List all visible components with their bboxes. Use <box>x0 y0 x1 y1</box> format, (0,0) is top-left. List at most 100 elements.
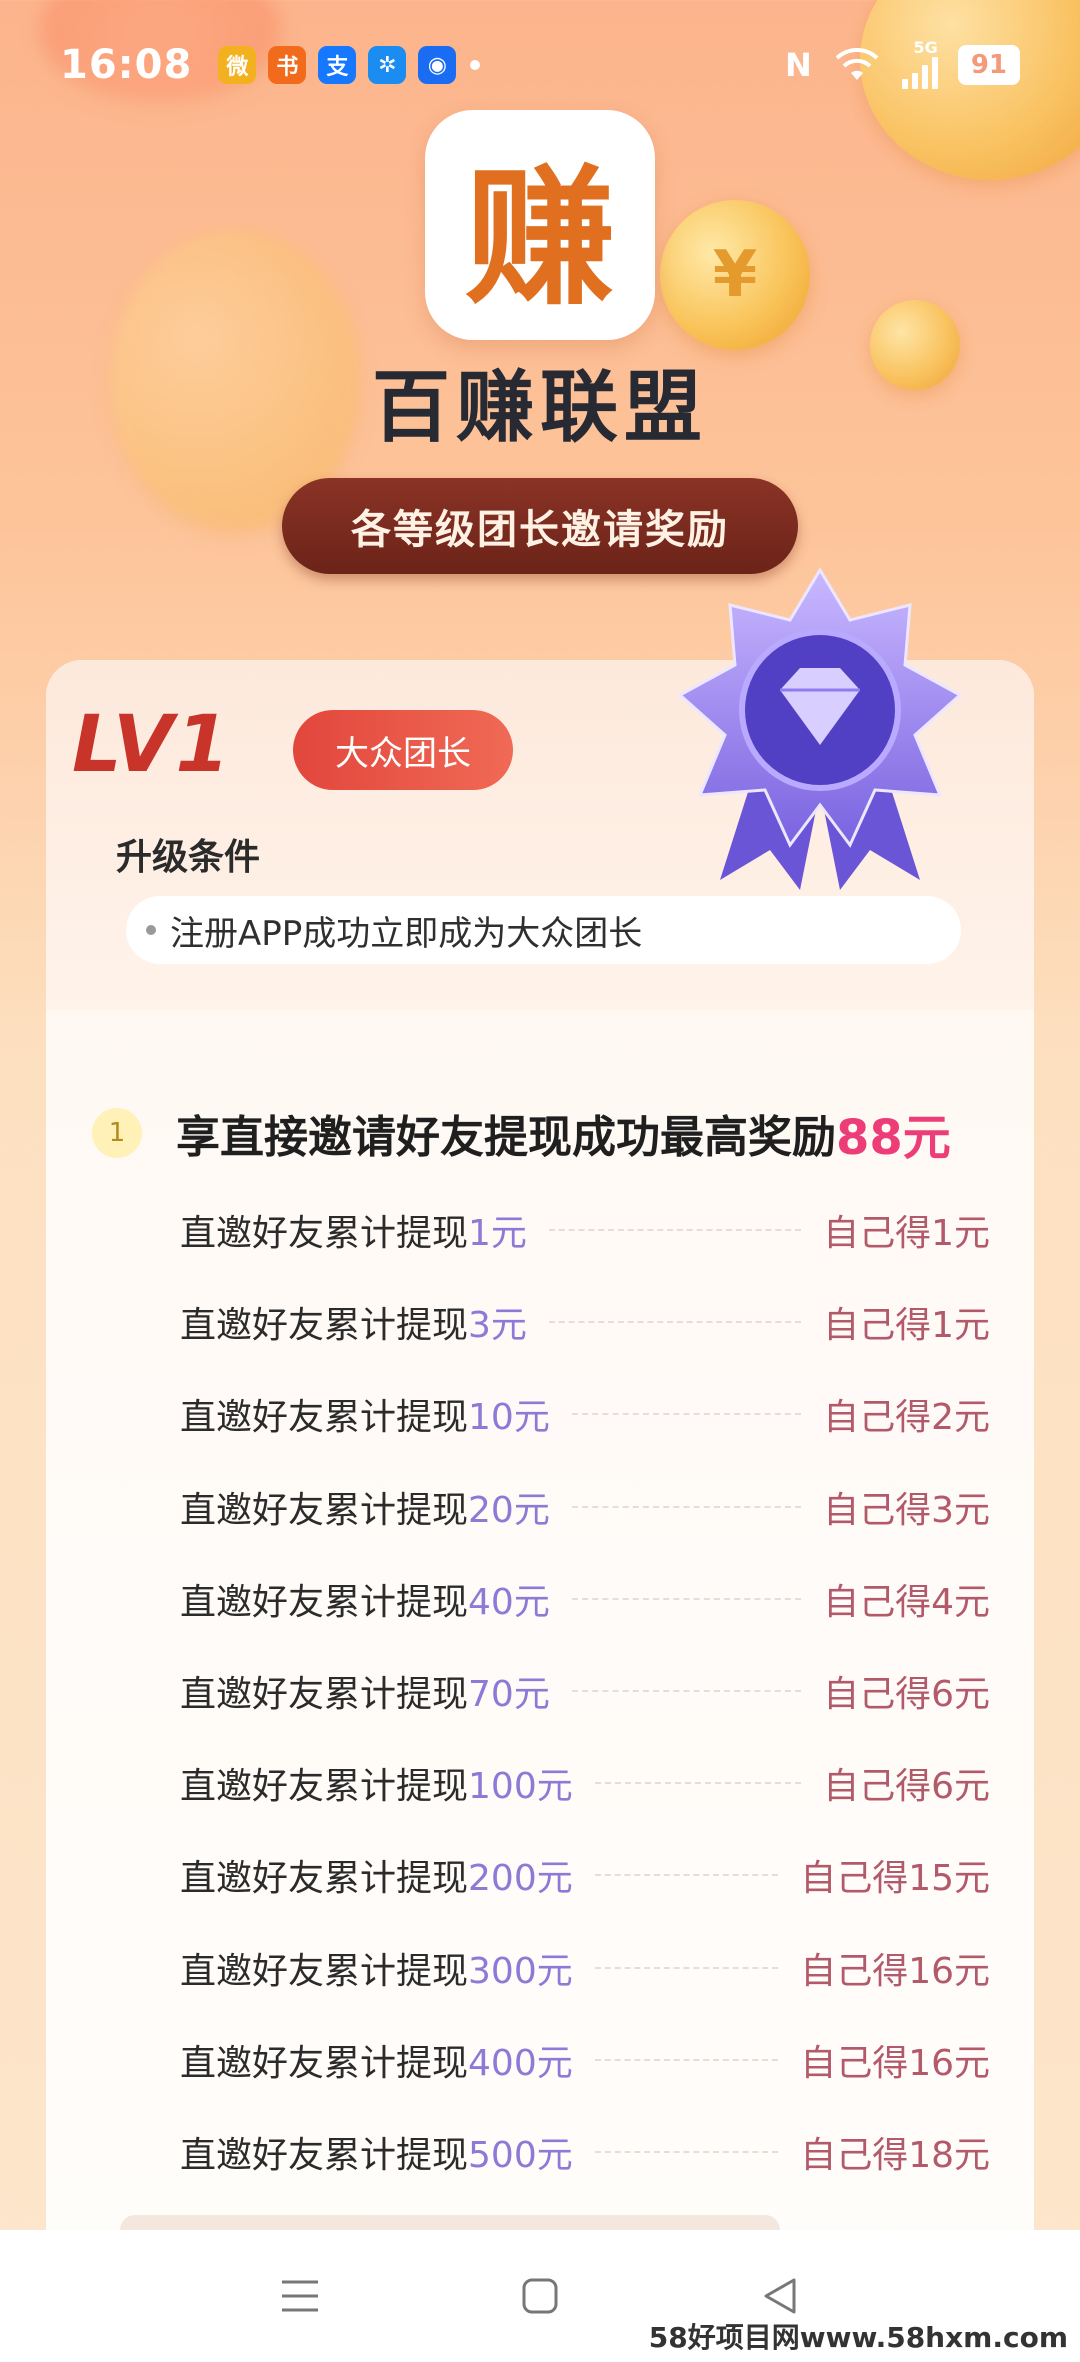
reward-condition: 直邀好友累计提现3元 <box>180 1296 527 1348</box>
wifi-icon <box>835 48 879 80</box>
reward-value: 自己得1元 <box>823 1305 990 1347</box>
back-icon <box>764 2278 796 2314</box>
dotted-leader <box>594 1782 802 1785</box>
reward-condition-label: 直邀好友累计提现 <box>180 1581 469 1623</box>
condition-text: 注册APP成功立即成为大众团长 <box>170 913 643 954</box>
reward-condition-label: 直邀好友累计提现 <box>180 1766 469 1808</box>
diamond-medal-icon <box>677 567 963 890</box>
reward-row: 直邀好友累计提现300元 自己得16元 <box>180 1938 990 1998</box>
dotted-leader <box>571 1597 802 1600</box>
home-nav-button[interactable] <box>510 2266 570 2326</box>
reward-value: 自己得3元 <box>823 1489 990 1531</box>
nfc-icon: N <box>785 46 812 84</box>
circle-app-icon: ◉ <box>418 46 457 84</box>
level-label: LV1 <box>72 700 232 790</box>
reward-condition-amount: 70元 <box>468 1674 550 1715</box>
condition-box: 注册APP成功立即成为大众团长 <box>126 896 961 964</box>
reward-value: 自己得1元 <box>823 1213 990 1254</box>
dotted-leader <box>594 2058 779 2061</box>
reward-condition: 直邀好友累计提现1元 <box>180 1204 527 1256</box>
reward-condition-amount: 100元 <box>468 1766 573 1808</box>
section-amount: 88元 <box>836 1110 951 1166</box>
reward-condition: 直邀好友累计提现500元 <box>180 2126 573 2178</box>
reward-condition-label: 直邀好友累计提现 <box>180 1305 469 1347</box>
reward-value: 自己得2元 <box>823 1397 990 1439</box>
reward-condition-amount: 20元 <box>468 1489 550 1531</box>
dotted-leader <box>571 1505 802 1508</box>
reward-condition-amount: 400元 <box>468 2042 573 2084</box>
reward-condition-label: 直邀好友累计提现 <box>180 2042 469 2084</box>
network-type: 5G <box>913 38 938 57</box>
reward-condition-amount: 1元 <box>468 1213 527 1254</box>
reward-condition: 直邀好友累计提现200元 <box>180 1849 573 1901</box>
reward-row: 直邀好友累计提现500元 自己得18元 <box>180 2122 990 2182</box>
battery-level: 91 <box>957 45 1020 85</box>
dotted-leader <box>594 2151 779 2153</box>
app-logo: 赚 <box>425 110 655 340</box>
more-notifications-dot <box>470 60 481 70</box>
reward-condition-amount: 300元 <box>468 1950 573 1992</box>
home-icon <box>522 2278 558 2314</box>
level-badge: 大众团长 <box>293 710 513 790</box>
reward-condition-label: 直邀好友累计提现 <box>180 1858 469 1900</box>
reward-row: 直邀好友累计提现10元 自己得2元 <box>180 1384 990 1444</box>
menu-nav-button[interactable] <box>270 2266 330 2326</box>
reward-condition: 直邀好友累计提现400元 <box>180 2034 573 2086</box>
app-name: 百赚联盟 <box>371 363 708 453</box>
reward-condition: 直邀好友累计提现100元 <box>180 1757 573 1809</box>
section-heading: 1 享直接邀请好友提现成功最高奖励 88元 <box>92 1098 951 1168</box>
reward-value: 自己得15元 <box>800 1858 990 1900</box>
reward-condition: 直邀好友累计提现300元 <box>180 1942 573 1994</box>
section-text: 享直接邀请好友提现成功最高奖励 <box>176 1112 836 1163</box>
status-time: 16:08 <box>60 42 193 88</box>
notification-icons: 微书支 ✲ ◉ <box>218 46 457 84</box>
reward-condition-amount: 10元 <box>468 1397 550 1439</box>
reward-value: 自己得6元 <box>823 1674 990 1715</box>
reward-condition: 直邀好友累计提现10元 <box>180 1388 550 1440</box>
reward-value: 自己得4元 <box>823 1581 990 1623</box>
reward-condition-amount: 500元 <box>468 2135 573 2176</box>
reward-condition: 直邀好友累计提现20元 <box>180 1481 550 1533</box>
watermark: 58好项目网www.58hxm.com <box>648 2321 1068 2354</box>
bullet-icon <box>146 925 156 935</box>
reward-condition-label: 直邀好友累计提现 <box>180 1674 469 1715</box>
dotted-leader <box>571 1413 802 1416</box>
menu-icon <box>282 2280 318 2312</box>
alipay-icon: 支 <box>318 46 357 84</box>
pinwheel-icon: ✲ <box>368 46 407 84</box>
reward-condition-label: 直邀好友累计提现 <box>180 1950 469 1992</box>
reward-value: 自己得16元 <box>800 2042 990 2084</box>
reward-condition: 直邀好友累计提现70元 <box>180 1665 550 1717</box>
reward-condition: 直邀好友累计提现40元 <box>180 1573 550 1625</box>
reward-condition-amount: 200元 <box>468 1858 573 1900</box>
reward-row: 直邀好友累计提现70元 自己得6元 <box>180 1661 990 1721</box>
dotted-leader <box>548 1229 802 1231</box>
reward-row: 直邀好友累计提现1元 自己得1元 <box>180 1200 990 1260</box>
dotted-leader <box>594 1874 779 1877</box>
dotted-leader <box>548 1321 802 1324</box>
app-logo-glyph: 赚 <box>464 149 615 326</box>
reward-condition-label: 直邀好友累计提现 <box>180 1397 469 1439</box>
reward-value: 自己得16元 <box>800 1950 990 1992</box>
reward-condition-label: 直邀好友累计提现 <box>180 1489 469 1531</box>
reward-condition-amount: 40元 <box>468 1581 550 1623</box>
reward-row: 直邀好友累计提现100元 自己得6元 <box>180 1753 990 1813</box>
reward-condition-amount: 3元 <box>468 1305 527 1347</box>
dotted-leader <box>571 1690 802 1692</box>
weibo-icon: 微 <box>218 46 257 84</box>
dotted-leader <box>594 1966 779 1969</box>
reward-condition-label: 直邀好友累计提现 <box>180 1213 469 1254</box>
reward-value: 自己得18元 <box>800 2135 990 2176</box>
signal-icon <box>901 55 938 89</box>
yen-coin-icon: ¥ <box>660 200 810 350</box>
reader-icon: 书 <box>268 46 307 84</box>
reward-row: 直邀好友累计提现400元 自己得16元 <box>180 2030 990 2090</box>
section-number: 1 <box>92 1108 142 1158</box>
reward-row: 直邀好友累计提现3元 自己得1元 <box>180 1292 990 1352</box>
reward-row: 直邀好友累计提现40元 自己得4元 <box>180 1569 990 1629</box>
reward-row: 直邀好友累计提现200元 自己得15元 <box>180 1845 990 1905</box>
reward-condition-label: 直邀好友累计提现 <box>180 2135 469 2176</box>
reward-value: 自己得6元 <box>823 1766 990 1808</box>
condition-title: 升级条件 <box>116 837 261 878</box>
reward-row: 直邀好友累计提现20元 自己得3元 <box>180 1477 990 1537</box>
